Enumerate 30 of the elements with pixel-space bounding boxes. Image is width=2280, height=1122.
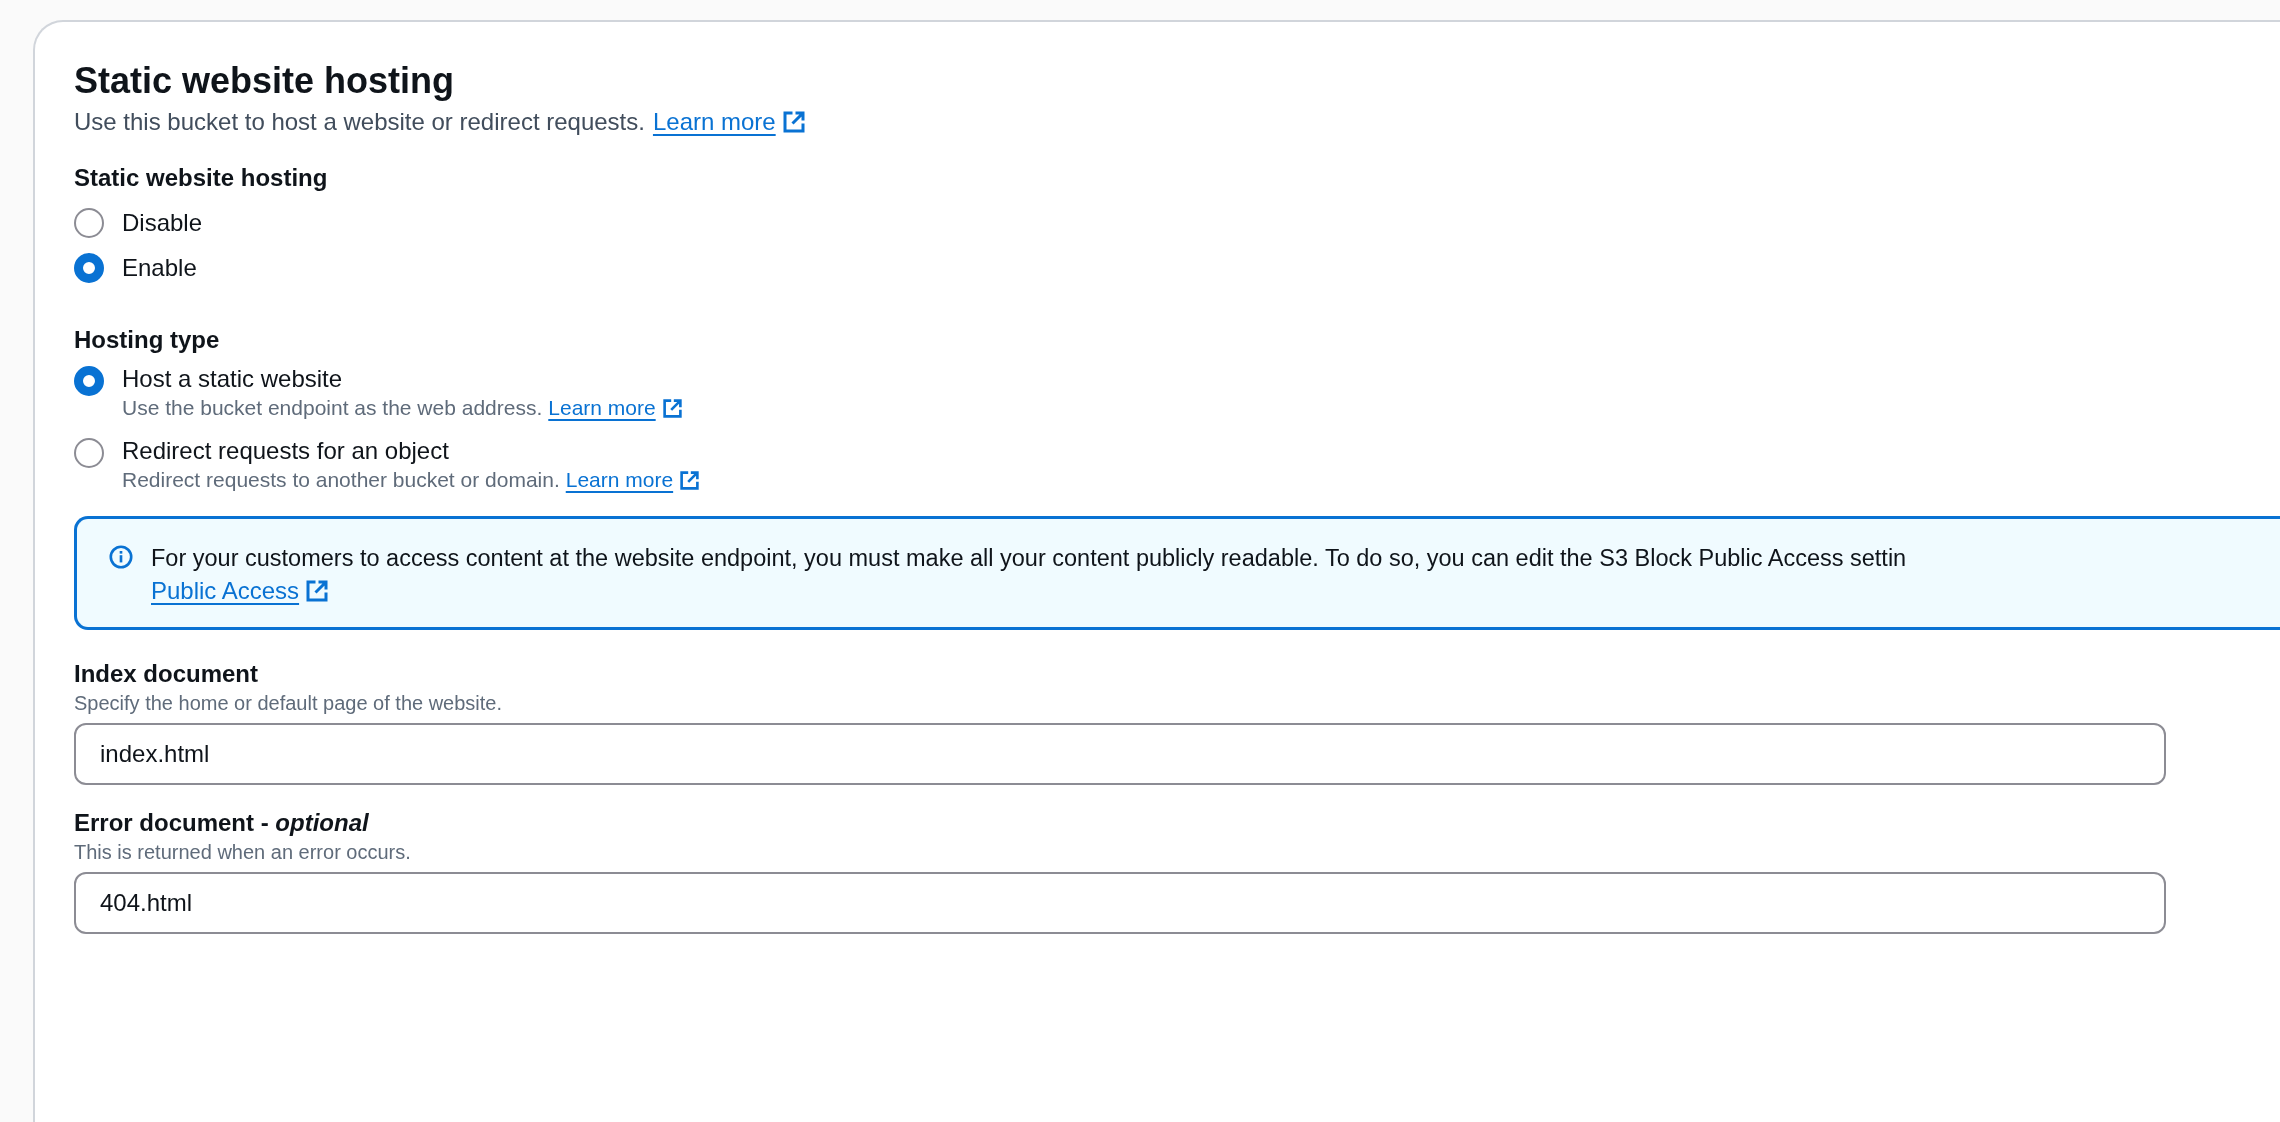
info-icon: [109, 545, 133, 569]
input-field[interactable]: 404.html: [74, 872, 2166, 934]
learn-more-link[interactable]: Learn more: [565, 468, 674, 492]
option-description: Redirect requests to another bucket or domain.: [122, 468, 560, 492]
learn-more-link[interactable]: Learn more: [548, 396, 656, 420]
radio-button[interactable]: [74, 252, 104, 283]
section-label: Hosting type: [74, 326, 221, 354]
field-hint: Specify the home or default page of the website.: [74, 692, 504, 715]
field-hint: This is returned when an error occurs.: [74, 841, 412, 864]
external-link-icon: [679, 469, 701, 491]
learn-more-link[interactable]: Learn more: [652, 108, 776, 136]
external-link-icon: [305, 579, 330, 603]
input-field[interactable]: index.html: [74, 723, 2166, 785]
field-label: Index document: [74, 659, 260, 689]
public-access-link[interactable]: Public Access: [151, 577, 300, 605]
radio-label: Enable: [122, 252, 197, 283]
external-link-icon: [781, 110, 806, 134]
option-description: Use the bucket endpoint as the web address.: [122, 396, 543, 420]
section-label: Static website hosting: [74, 164, 329, 192]
radio-label: Disable: [122, 207, 203, 238]
radio-label: Redirect requests for an object: [122, 436, 450, 466]
panel-title: Static website hosting: [74, 59, 456, 103]
radio-label: Host a static website: [122, 364, 344, 394]
radio-button[interactable]: [74, 438, 104, 468]
external-link-icon: [661, 397, 683, 419]
field-label: Error document - optional: [74, 808, 370, 838]
alert-message: For your customers to access content at the website endpoint, you must make all your content publicly readable. To do so, you can edit the S3 Block Public Access settin: [151, 544, 1907, 573]
radio-button[interactable]: [74, 207, 104, 238]
panel-description: Use this bucket to host a website or redirect requests.: [74, 108, 645, 136]
radio-button[interactable]: [74, 366, 104, 396]
